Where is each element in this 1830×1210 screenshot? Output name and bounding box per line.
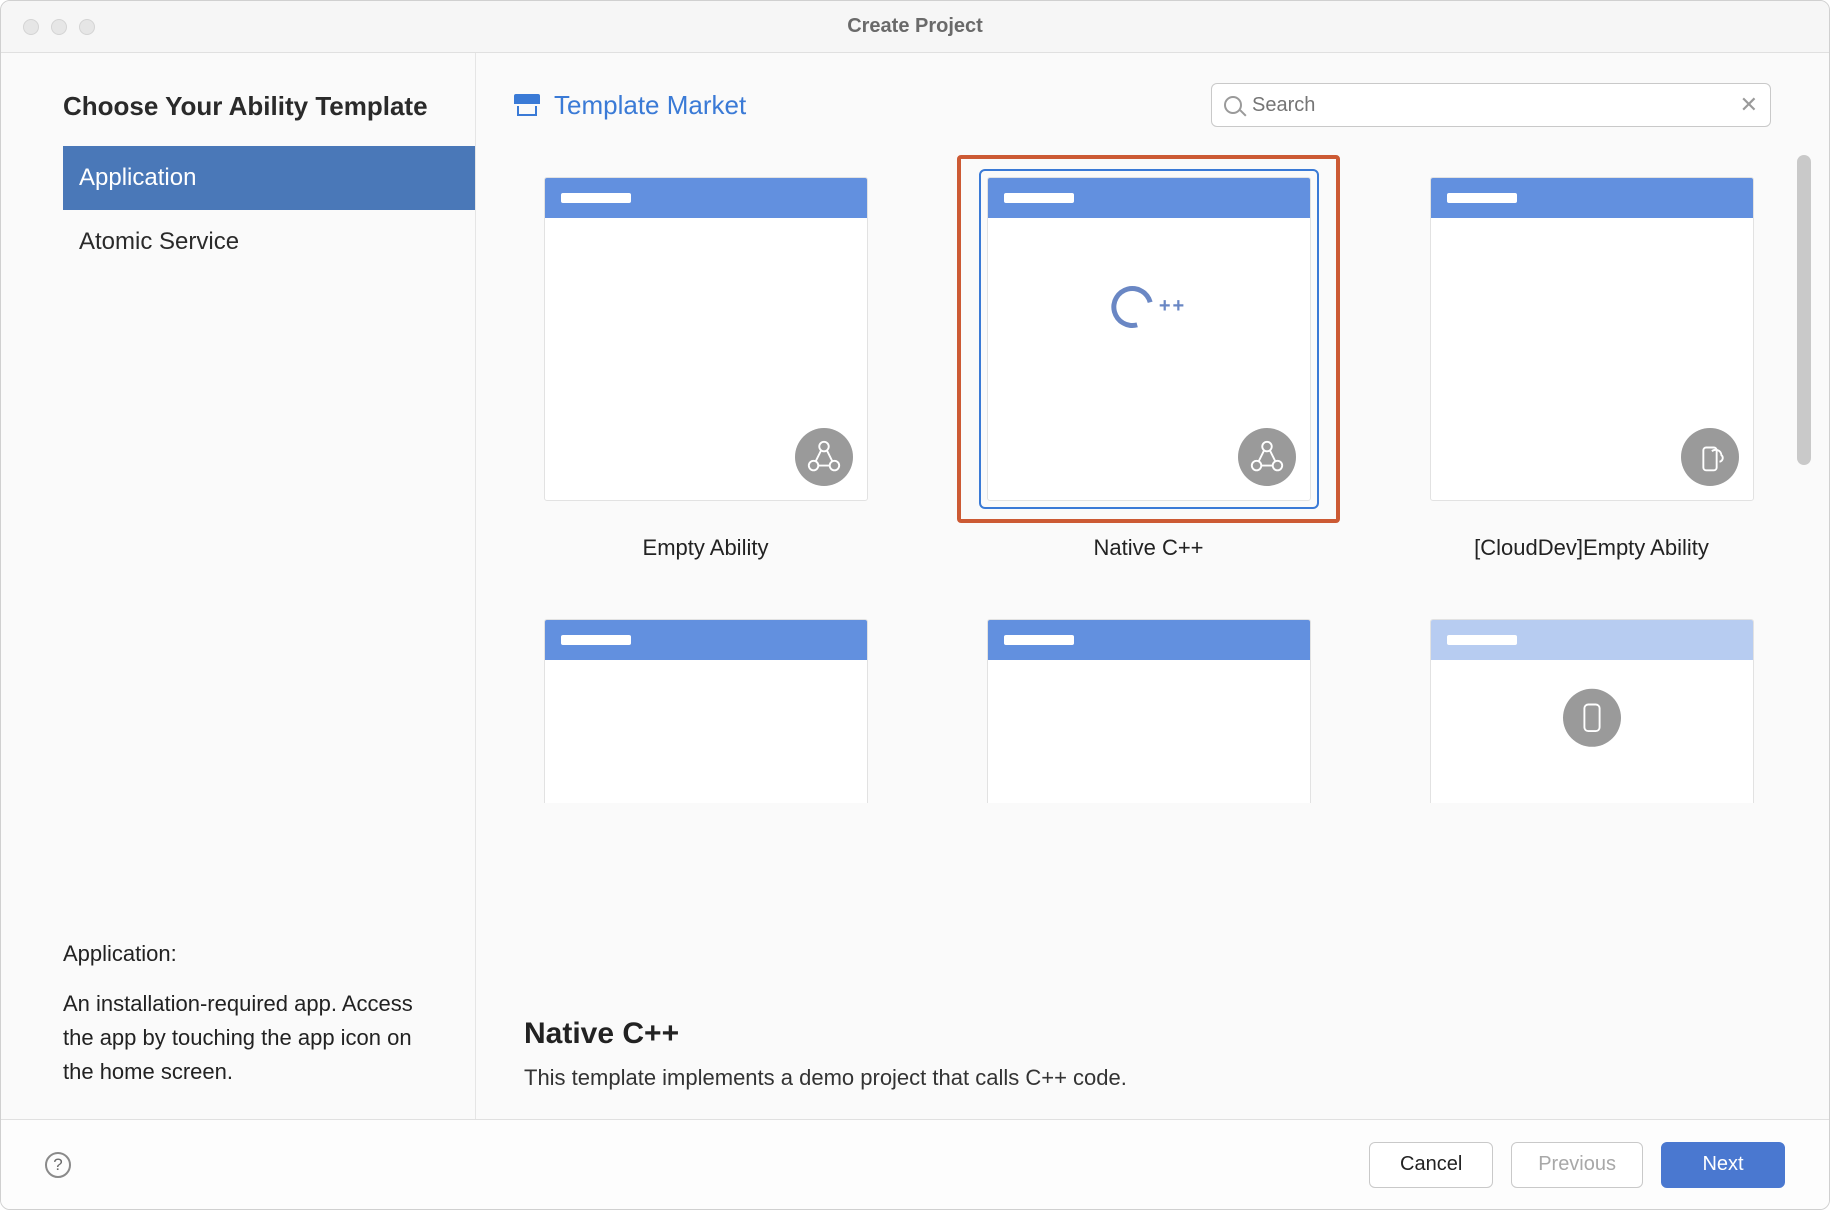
sidebar-item-label: Atomic Service [79,228,239,256]
gallery-scrollbar[interactable] [1797,155,1811,465]
template-gallery: Empty Ability ++ Native C++ [476,135,1829,1009]
create-project-window: Create Project Choose Your Ability Templ… [0,0,1830,1210]
phone-icon [1563,688,1621,746]
store-icon [514,94,540,116]
sidebar-description: Application: An installation-required ap… [1,941,475,1089]
detail-text: This template implements a demo project … [524,1065,1771,1091]
network-icon [1238,428,1296,486]
body: Choose Your Ability Template Application… [1,53,1829,1119]
template-row2-item[interactable] [514,597,897,825]
template-market-link[interactable]: Template Market [514,90,746,121]
template-label: Empty Ability [643,535,769,561]
network-icon [795,428,853,486]
minimize-window-icon[interactable] [51,19,67,35]
sidebar-description-text: An installation-required app. Access the… [63,987,413,1089]
cpp-icon: ++ [1111,286,1186,328]
sidebar: Choose Your Ability Template Application… [1,53,476,1119]
maximize-window-icon[interactable] [79,19,95,35]
detail-title: Native C++ [524,1017,1771,1051]
template-grid: Empty Ability ++ Native C++ [514,155,1783,825]
template-label: [CloudDev]Empty Ability [1474,535,1709,561]
cloud-phone-icon [1681,428,1739,486]
cancel-button[interactable]: Cancel [1369,1142,1493,1188]
template-native-cpp[interactable]: ++ Native C++ [957,155,1340,561]
template-market-label: Template Market [554,90,746,121]
next-button[interactable]: Next [1661,1142,1785,1188]
window-controls [23,19,95,35]
titlebar: Create Project [1,1,1829,53]
search-input[interactable] [1252,94,1730,117]
sidebar-description-title: Application: [63,941,413,967]
main-panel: Template Market ✕ [476,53,1829,1119]
sidebar-heading: Choose Your Ability Template [1,91,475,146]
template-label: Native C++ [1093,535,1203,561]
template-row2-item[interactable] [957,597,1340,825]
previous-button: Previous [1511,1142,1643,1188]
template-detail: Native C++ This template implements a de… [476,1009,1829,1119]
footer: ? Cancel Previous Next [1,1119,1829,1209]
sidebar-item-label: Application [79,164,196,192]
search-icon [1224,96,1242,114]
help-button[interactable]: ? [45,1152,71,1178]
template-clouddev-empty-ability[interactable]: [CloudDev]Empty Ability [1400,155,1783,561]
window-title: Create Project [1,15,1829,38]
sidebar-item-atomic-service[interactable]: Atomic Service [1,210,475,274]
search-box[interactable]: ✕ [1211,83,1771,127]
close-window-icon[interactable] [23,19,39,35]
sidebar-item-application[interactable]: Application [63,146,475,210]
template-empty-ability[interactable]: Empty Ability [514,155,897,561]
main-header: Template Market ✕ [476,53,1829,135]
clear-search-icon[interactable]: ✕ [1740,92,1758,118]
template-row2-item[interactable] [1400,597,1783,825]
